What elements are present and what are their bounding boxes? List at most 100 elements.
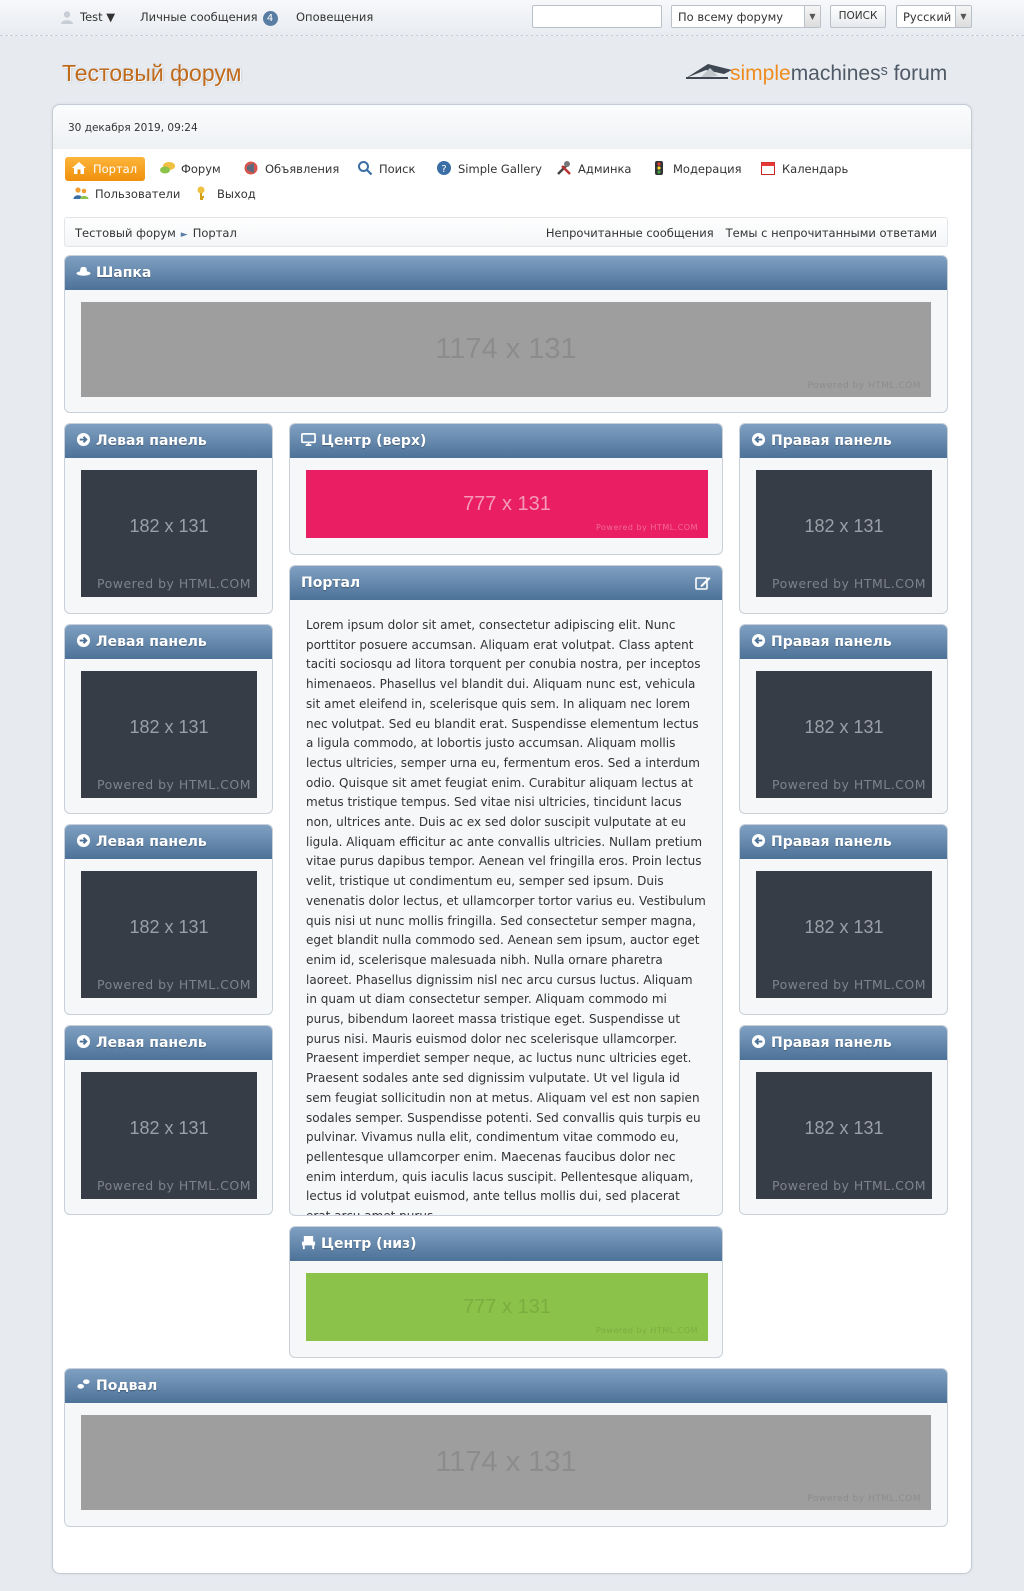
banner-powered-label: Powered by HTML.COM <box>97 777 252 792</box>
users-icon <box>73 187 89 199</box>
forum-title[interactable]: Тестовый форум <box>62 60 241 87</box>
menu-gallery[interactable]: ? Simple Gallery <box>436 157 542 181</box>
menu-moderation[interactable]: Модерация <box>651 157 742 181</box>
menu-members[interactable]: Пользователи <box>73 182 180 206</box>
banner-ad[interactable]: 182 x 131 Powered by HTML.COM <box>81 470 257 597</box>
block-title: Правая панель <box>771 834 892 850</box>
banner-ad[interactable]: 182 x 131 Powered by HTML.COM <box>81 871 257 998</box>
arrow-circle-left-icon <box>751 1034 766 1049</box>
language-select[interactable]: Русский ▼ <box>896 5 972 28</box>
block-header: Левая панель <box>65 825 272 859</box>
block-header: Подвал <box>65 1369 947 1403</box>
calendar-icon <box>761 162 775 175</box>
banner-ad[interactable]: 1174 x 131 Powered by HTML.COM <box>81 1415 931 1510</box>
block-header: Правая панель <box>740 424 947 458</box>
banner-size-label: 182 x 131 <box>804 917 884 937</box>
menu-admin[interactable]: Админка <box>556 157 631 181</box>
block-title: Правая панель <box>771 1035 892 1051</box>
unread-replies-link[interactable]: Темы с непрочитанными ответами <box>726 226 937 240</box>
chat-bubbles-icon <box>160 162 175 174</box>
monitor-icon <box>301 433 316 446</box>
breadcrumb-current[interactable]: Портал <box>193 226 237 240</box>
banner-size-label: 182 x 131 <box>129 917 209 937</box>
banner-powered-label: Powered by HTML.COM <box>772 576 927 591</box>
right-panel-block: Правая панель 182 x 131 Powered by HTML.… <box>739 423 948 614</box>
private-messages-link[interactable]: Личные сообщения 4 <box>140 10 278 26</box>
banner-size-label: 182 x 131 <box>804 1118 884 1138</box>
banner-ad[interactable]: 777 x 131 Powered by HTML.COM <box>306 1273 708 1341</box>
language-value: Русский <box>903 10 952 24</box>
smf-logo[interactable]: simplemachinesˢ forum <box>684 58 964 88</box>
menu-logout[interactable]: Выход <box>195 182 256 206</box>
banner-size-label: 182 x 131 <box>804 717 884 737</box>
unread-posts-link[interactable]: Непрочитанные сообщения <box>546 226 714 240</box>
block-title: Центр (верх) <box>321 433 427 449</box>
menu-search[interactable]: Поиск <box>357 157 415 181</box>
banner-ad[interactable]: 1174 x 131 Powered by HTML.COM <box>81 302 931 397</box>
user-icon <box>61 11 73 24</box>
block-title: Портал <box>301 575 361 591</box>
smf-logo-text: simplemachinesˢ forum <box>730 62 948 85</box>
chevron-down-icon: ▼ <box>804 6 820 27</box>
chevron-down-icon: ▼ <box>955 6 971 27</box>
search-scope-value: По всему форуму <box>678 10 784 24</box>
left-panel-block: Левая панель 182 x 131 Powered by HTML.C… <box>64 624 273 814</box>
banner-powered-label: Powered by HTML.COM <box>596 523 698 532</box>
breadcrumb-root[interactable]: Тестовый форум <box>75 226 176 240</box>
banner-ad[interactable]: 182 x 131 Powered by HTML.COM <box>756 470 932 597</box>
menu-ads[interactable]: Объявления <box>243 157 339 181</box>
banner-ad[interactable]: 182 x 131 Powered by HTML.COM <box>756 871 932 998</box>
banner-ad[interactable]: 182 x 131 Powered by HTML.COM <box>756 671 932 798</box>
notifications-link[interactable]: Оповещения <box>296 10 373 24</box>
banner-size-label: 777 x 131 <box>463 1295 551 1318</box>
help-circle-icon: ? <box>437 161 451 175</box>
right-panel-block: Правая панель 182 x 131 Powered by HTML.… <box>739 824 948 1015</box>
arrow-circle-right-icon <box>76 633 91 648</box>
banner-ad[interactable]: 182 x 131 Powered by HTML.COM <box>81 1072 257 1199</box>
banner-size-label: 182 x 131 <box>129 516 209 536</box>
traffic-light-icon <box>655 161 663 175</box>
banner-ad[interactable]: 777 x 131 Powered by HTML.COM <box>306 470 708 538</box>
user-name: Test ▼ <box>80 10 116 24</box>
search-scope-select[interactable]: По всему форуму ▼ <box>671 5 821 28</box>
svg-text:?: ? <box>441 164 446 175</box>
menu-portal[interactable]: Портал <box>65 157 146 181</box>
banner-size-label: 182 x 131 <box>129 1118 209 1138</box>
block-header: Шапка <box>65 256 947 290</box>
block-header: Правая панель <box>740 1026 947 1060</box>
footer-block: Подвал 1174 x 131 Powered by HTML.COM <box>64 1368 948 1527</box>
banner-ad[interactable]: 182 x 131 Powered by HTML.COM <box>756 1072 932 1199</box>
arrow-circle-right-icon <box>76 1034 91 1049</box>
top-bar: Test ▼ Личные сообщения 4 Оповещения По в… <box>0 0 1024 36</box>
menu-forum[interactable]: Форум <box>159 157 221 181</box>
arrow-circle-left-icon <box>751 633 766 648</box>
smf-logo-mark-icon <box>686 64 732 79</box>
center-top-block: Центр (верх) 777 x 131 Powered by HTML.C… <box>289 423 723 555</box>
search-input[interactable] <box>532 5 662 28</box>
user-menu[interactable]: Test ▼ <box>60 10 115 24</box>
search-button[interactable]: ПОИСК <box>830 5 886 28</box>
messages-label: Личные сообщения <box>140 10 258 24</box>
main-content: 30 декабря 2019, 09:24 Портал Форум Объя… <box>52 104 972 1574</box>
block-title: Центр (низ) <box>321 1236 417 1252</box>
arrow-circle-right-icon <box>76 833 91 848</box>
banner-powered-label: Powered by HTML.COM <box>97 977 252 992</box>
key-icon <box>197 186 205 200</box>
current-date: 30 декабря 2019, 09:24 <box>68 122 198 134</box>
banner-ad[interactable]: 182 x 131 Powered by HTML.COM <box>81 671 257 798</box>
block-header: Правая панель <box>740 625 947 659</box>
menu-calendar[interactable]: Календарь <box>760 157 848 181</box>
messages-count-badge: 4 <box>262 11 278 26</box>
footprints-icon <box>77 1379 90 1389</box>
megaphone-icon <box>244 161 258 175</box>
portal-block: Портал Lorem ipsum dolor sit amet, conse… <box>289 565 723 1216</box>
tools-icon <box>557 161 571 175</box>
banner-powered-label: Powered by HTML.COM <box>772 777 927 792</box>
edit-icon[interactable] <box>695 575 711 591</box>
block-header: Центр (верх) <box>290 424 722 458</box>
right-panel-block: Правая панель 182 x 131 Powered by HTML.… <box>739 624 948 814</box>
block-title: Шапка <box>96 265 152 281</box>
center-bottom-block: Центр (низ) 777 x 131 Powered by HTML.CO… <box>289 1226 723 1358</box>
chair-icon <box>301 1235 316 1250</box>
left-panel-block: Левая панель 182 x 131 Powered by HTML.C… <box>64 824 273 1015</box>
